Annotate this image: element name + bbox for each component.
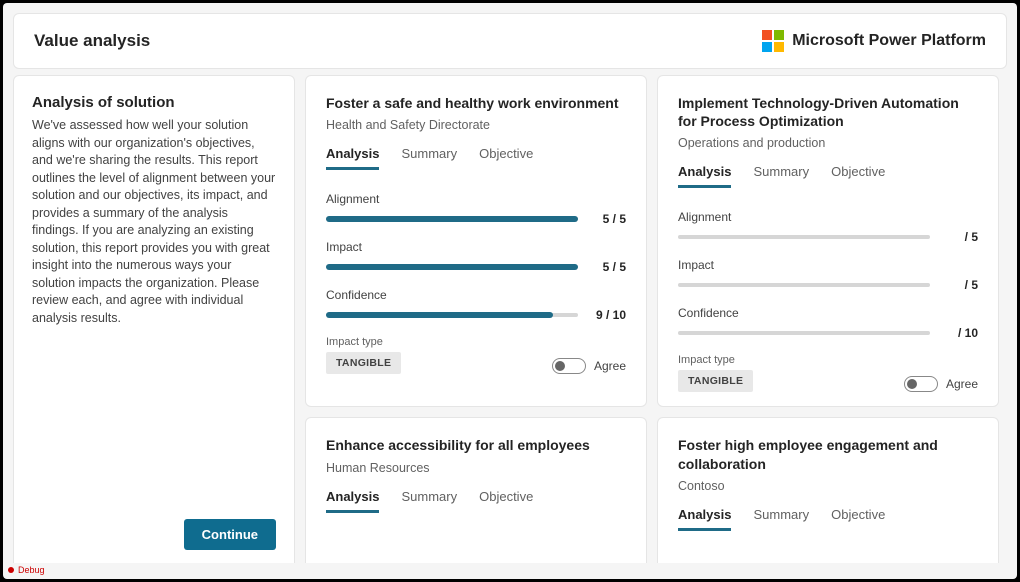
alignment-value: 5 / 5 <box>590 212 626 226</box>
confidence-label: Confidence <box>326 288 626 302</box>
impact-type-badge: TANGIBLE <box>326 352 401 374</box>
debug-bar: Debug <box>6 563 1014 576</box>
confidence-bar <box>326 313 578 317</box>
agree-toggle[interactable] <box>904 376 938 392</box>
tab-summary[interactable]: Summary <box>401 489 457 513</box>
card-tabs: Analysis Summary Objective <box>326 489 626 513</box>
card-tabs: Analysis Summary Objective <box>678 164 978 188</box>
sidebar-body: We've assessed how well your solution al… <box>32 117 276 327</box>
card-subtitle: Operations and production <box>678 136 978 150</box>
tab-summary[interactable]: Summary <box>753 164 809 188</box>
alignment-bar <box>678 235 930 239</box>
impact-value: / 5 <box>942 278 978 292</box>
card-subtitle: Human Resources <box>326 461 626 475</box>
microsoft-logo-icon <box>762 30 784 52</box>
impact-label: Impact <box>326 240 626 254</box>
alignment-label: Alignment <box>326 192 626 206</box>
tab-analysis[interactable]: Analysis <box>326 489 379 513</box>
tab-objective[interactable]: Objective <box>479 146 533 170</box>
header-bar: Value analysis Microsoft Power Platform <box>13 13 1007 69</box>
tab-analysis[interactable]: Analysis <box>326 146 379 170</box>
page-title: Value analysis <box>34 31 150 51</box>
brand-block: Microsoft Power Platform <box>762 30 986 52</box>
agree-toggle[interactable] <box>552 358 586 374</box>
card-subtitle: Health and Safety Directorate <box>326 118 626 132</box>
tab-objective[interactable]: Objective <box>831 507 885 531</box>
debug-dot-icon <box>8 567 14 573</box>
tab-analysis[interactable]: Analysis <box>678 164 731 188</box>
card-tabs: Analysis Summary Objective <box>678 507 978 531</box>
card-title: Foster high employee engagement and coll… <box>678 436 978 472</box>
tab-analysis[interactable]: Analysis <box>678 507 731 531</box>
agree-label: Agree <box>594 359 626 373</box>
tab-objective[interactable]: Objective <box>479 489 533 513</box>
tab-summary[interactable]: Summary <box>753 507 809 531</box>
continue-button[interactable]: Continue <box>184 519 276 550</box>
card-title: Enhance accessibility for all employees <box>326 436 626 454</box>
agree-label: Agree <box>946 377 978 391</box>
confidence-value: / 10 <box>942 326 978 340</box>
card-title: Implement Technology-Driven Automation f… <box>678 94 978 130</box>
analysis-sidebar: Analysis of solution We've assessed how … <box>13 75 295 569</box>
objective-card: Enhance accessibility for all employees … <box>305 417 647 569</box>
alignment-bar <box>326 217 578 221</box>
impact-label: Impact <box>678 258 978 272</box>
tab-summary[interactable]: Summary <box>401 146 457 170</box>
sidebar-heading: Analysis of solution <box>32 94 276 111</box>
impact-type-badge: TANGIBLE <box>678 370 753 392</box>
card-title: Foster a safe and healthy work environme… <box>326 94 626 112</box>
objective-card: Foster high employee engagement and coll… <box>657 417 999 569</box>
cards-grid[interactable]: Foster a safe and healthy work environme… <box>305 75 1007 569</box>
tab-objective[interactable]: Objective <box>831 164 885 188</box>
debug-label: Debug <box>18 565 45 575</box>
card-subtitle: Contoso <box>678 479 978 493</box>
objective-card: Implement Technology-Driven Automation f… <box>657 75 999 407</box>
alignment-label: Alignment <box>678 210 978 224</box>
alignment-value: / 5 <box>942 230 978 244</box>
impact-type-label: Impact type <box>678 354 753 366</box>
objective-card: Foster a safe and healthy work environme… <box>305 75 647 407</box>
impact-bar <box>326 265 578 269</box>
card-tabs: Analysis Summary Objective <box>326 146 626 170</box>
impact-value: 5 / 5 <box>590 260 626 274</box>
brand-text: Microsoft Power Platform <box>792 32 986 50</box>
confidence-value: 9 / 10 <box>590 308 626 322</box>
confidence-bar <box>678 331 930 335</box>
confidence-label: Confidence <box>678 306 978 320</box>
impact-type-label: Impact type <box>326 336 401 348</box>
impact-bar <box>678 283 930 287</box>
